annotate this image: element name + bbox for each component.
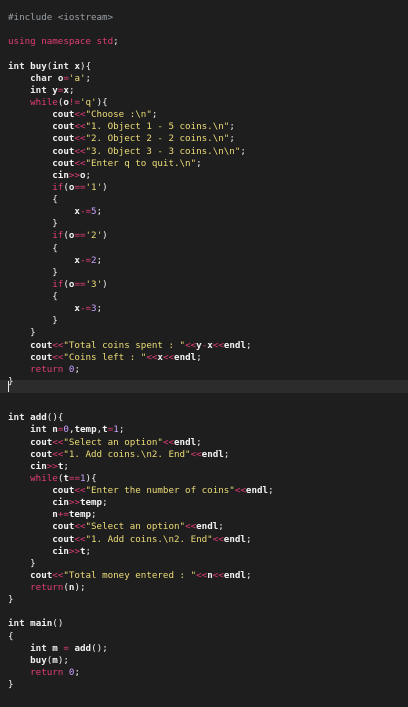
code-line[interactable]: x-=2;	[0, 255, 408, 267]
code-line[interactable]: }	[0, 594, 408, 606]
code-editor[interactable]: #include <iostream> using namespace std; i…	[0, 0, 408, 707]
code-line[interactable]: int buy(int x){	[0, 61, 408, 73]
code-line[interactable]: x-=3;	[0, 303, 408, 315]
code-line[interactable]: cin>>o;	[0, 170, 408, 182]
code-line[interactable]: cout<<"1. Add coins.\n2. End"<<endl;	[0, 534, 408, 546]
code-line[interactable]: int m = add();	[0, 643, 408, 655]
code-line[interactable]: cout<<"Total money entered : "<<n<<endl;	[0, 570, 408, 582]
code-line[interactable]: cout<<"2. Object 2 - 2 coins.\n";	[0, 133, 408, 145]
code-line[interactable]: return 0;	[0, 364, 408, 376]
code-line[interactable]: cout<<"3. Object 3 - 3 coins.\n\n";	[0, 146, 408, 158]
code-line[interactable]: }	[0, 218, 408, 230]
code-line[interactable]: cin>>temp;	[0, 497, 408, 509]
code-line[interactable]: {	[0, 243, 408, 255]
code-line[interactable]: cout<<"Enter the number of coins"<<endl;	[0, 485, 408, 497]
code-line[interactable]	[0, 400, 408, 412]
code-line[interactable]: }	[0, 315, 408, 327]
code-line[interactable]: if(o=='3')	[0, 279, 408, 291]
code-line[interactable]: int main()	[0, 618, 408, 630]
code-line[interactable]: using namespace std;	[0, 36, 408, 48]
code-line[interactable]: }	[0, 679, 408, 691]
code-line[interactable]: return 0;	[0, 667, 408, 679]
code-line[interactable]	[0, 606, 408, 618]
code-line[interactable]: if(o=='2')	[0, 230, 408, 242]
code-line[interactable]: x-=5;	[0, 206, 408, 218]
code-line[interactable]: int add(){	[0, 412, 408, 424]
code-line[interactable]: cout<<"Select an option"<<endl;	[0, 521, 408, 533]
code-line[interactable]: cout<<"Enter q to quit.\n";	[0, 158, 408, 170]
code-line[interactable]: n+=temp;	[0, 509, 408, 521]
code-line[interactable]: }	[0, 558, 408, 570]
code-line[interactable]: {	[0, 291, 408, 303]
code-line[interactable]	[0, 49, 408, 61]
code-line[interactable]: }	[0, 327, 408, 339]
code-line[interactable]: if(o=='1')	[0, 182, 408, 194]
code-line[interactable]: cout<<"Choose :\n";	[0, 109, 408, 121]
code-line[interactable]: cin>>t;	[0, 546, 408, 558]
code-line[interactable]: {	[0, 194, 408, 206]
code-line[interactable]: #include <iostream>	[0, 12, 408, 24]
code-line[interactable]: cout<<"Total coins spent : "<<y-x<<endl;	[0, 340, 408, 352]
code-line[interactable]: }	[0, 267, 408, 279]
code-line[interactable]: while(o!='q'){	[0, 97, 408, 109]
code-line[interactable]: return(n);	[0, 582, 408, 594]
code-line[interactable]: int y=x;	[0, 85, 408, 97]
code-line[interactable]: char o='a';	[0, 73, 408, 85]
code-line[interactable]: buy(m);	[0, 655, 408, 667]
code-line[interactable]: cout<<"1. Object 1 - 5 coins.\n";	[0, 121, 408, 133]
code-line[interactable]	[0, 24, 408, 36]
code-line[interactable]: while(t==1){	[0, 473, 408, 485]
code-line[interactable]	[0, 388, 408, 400]
code-line[interactable]: }	[0, 376, 408, 388]
code-line[interactable]: cin>>t;	[0, 461, 408, 473]
code-line[interactable]: int n=0,temp,t=1;	[0, 424, 408, 436]
code-line[interactable]: cout<<"Coins left : "<<x<<endl;	[0, 352, 408, 364]
code-line[interactable]: cout<<"1. Add coins.\n2. End"<<endl;	[0, 449, 408, 461]
code-line[interactable]: cout<<"Select an option"<<endl;	[0, 437, 408, 449]
code-line[interactable]: {	[0, 631, 408, 643]
